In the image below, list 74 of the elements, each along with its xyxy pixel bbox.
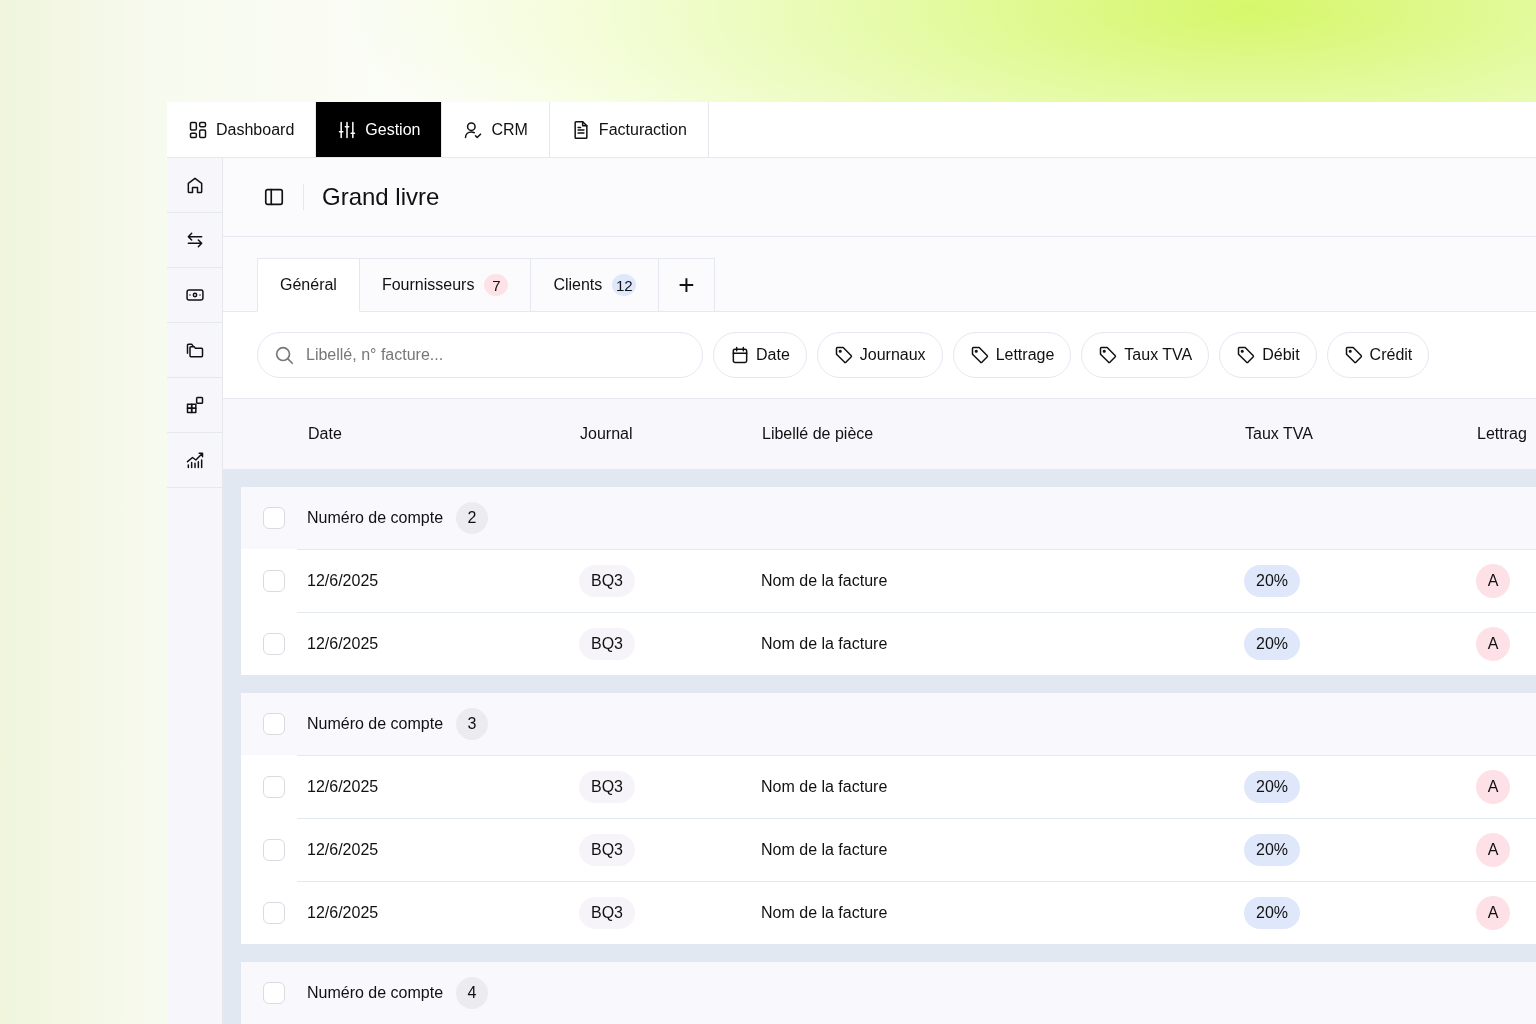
journal-tag: BQ3	[579, 771, 635, 803]
lettering-badge: A	[1476, 564, 1510, 598]
table-cell-text: 12/6/2025	[307, 572, 380, 590]
user-check-icon	[463, 119, 484, 140]
search-icon	[273, 344, 295, 366]
vat-tag: 20%	[1244, 834, 1301, 866]
chart-icon	[184, 450, 205, 470]
table-cell-text: Nom de la facture	[761, 572, 889, 590]
filter-chip[interactable]: Date	[713, 332, 807, 378]
table-cell-text: 12/6/2025	[307, 841, 380, 859]
nav-tab[interactable]: Gestion	[316, 102, 443, 157]
checkbox[interactable]	[263, 839, 285, 861]
group-label: Numéro de compte	[307, 984, 444, 1002]
table-cell-text: Nom de la facture	[761, 778, 889, 796]
journal-tag: BQ3	[579, 628, 635, 660]
table-cell-text: 12/6/2025	[307, 904, 380, 922]
count-badge: 4	[456, 977, 489, 1009]
tag-icon	[1343, 345, 1364, 365]
checkbox[interactable]	[263, 633, 285, 655]
filter-chip[interactable]: Crédit	[1326, 332, 1430, 378]
lettering-badge: A	[1476, 833, 1510, 867]
checkbox[interactable]	[263, 776, 285, 798]
column-header: Lettrag	[1477, 425, 1527, 443]
grid-icon	[188, 119, 208, 140]
tag-icon	[1236, 345, 1257, 365]
page-title: Grand livre	[322, 183, 440, 211]
vat-tag: 20%	[1244, 628, 1301, 660]
lettering-badge: A	[1476, 896, 1510, 930]
sliders-icon	[337, 119, 358, 140]
count-badge: 3	[456, 708, 489, 740]
column-header: Taux TVA	[1245, 425, 1314, 443]
widgets-icon	[184, 395, 205, 415]
table-cell-text: Nom de la facture	[761, 904, 889, 922]
tab[interactable]: Fournisseurs 7	[359, 258, 532, 312]
tag-icon	[833, 345, 854, 365]
lettering-badge: A	[1476, 770, 1510, 804]
column-header: Libellé de pièce	[762, 425, 875, 443]
count-badge: 12	[612, 274, 637, 296]
sidebar-toggle-button[interactable]	[263, 186, 285, 208]
column-header: Journal	[580, 425, 634, 443]
vat-tag: 20%	[1244, 771, 1301, 803]
group-label: Numéro de compte	[307, 509, 444, 527]
calendar-icon	[730, 345, 750, 365]
checkbox[interactable]	[263, 982, 285, 1004]
tag-icon	[969, 345, 990, 365]
table-cell-text: 12/6/2025	[307, 635, 380, 653]
filter-chip[interactable]: Taux TVA	[1081, 332, 1210, 378]
folders-icon	[184, 340, 205, 360]
tab[interactable]: Clients 12	[531, 258, 660, 312]
table-cell-text: 12/6/2025	[307, 778, 380, 796]
group-label: Numéro de compte	[307, 715, 444, 733]
tag-icon	[1098, 345, 1119, 365]
panel-icon	[263, 186, 285, 208]
filter-chip[interactable]: Débit	[1219, 332, 1317, 378]
count-badge: 2	[456, 502, 489, 534]
checkbox[interactable]	[263, 570, 285, 592]
filter-chip[interactable]: Journaux	[816, 332, 943, 378]
checkbox[interactable]	[263, 902, 285, 924]
journal-tag: BQ3	[579, 834, 635, 866]
checkbox[interactable]	[263, 507, 285, 529]
checkbox[interactable]	[263, 713, 285, 735]
journal-tag: BQ3	[579, 565, 635, 597]
table-cell-text: Nom de la facture	[761, 635, 889, 653]
tab[interactable]: Général	[257, 258, 360, 312]
journal-tag: BQ3	[579, 897, 635, 929]
add-tab-button[interactable]: +	[659, 258, 715, 312]
vat-tag: 20%	[1244, 565, 1301, 597]
column-header: Date	[308, 425, 343, 443]
vat-tag: 20%	[1244, 897, 1301, 929]
count-badge: 7	[484, 274, 509, 296]
lettering-badge: A	[1476, 627, 1510, 661]
search-field[interactable]: Libellé, n° facture...	[257, 332, 703, 378]
filter-chip[interactable]: Lettrage	[952, 332, 1072, 378]
table-cell-text: Nom de la facture	[761, 841, 889, 859]
